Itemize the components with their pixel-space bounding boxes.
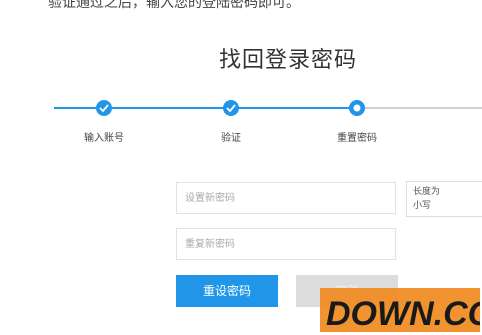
step-2-check-icon — [223, 100, 239, 116]
password-hint-tooltip: 长度为 小写 — [406, 181, 482, 217]
down-cc-watermark-logo: DOWN.CC — [320, 288, 480, 332]
watermark-text: DOWN.CC — [326, 295, 480, 332]
step-3-current-icon — [349, 100, 365, 116]
new-password-input[interactable] — [176, 182, 396, 214]
page: 验证通过之后，输入您的登陆密码即可。 找回登录密码 输入账号 验证 重置密码 长… — [0, 0, 482, 335]
page-title: 找回登录密码 — [218, 48, 357, 73]
step-label-account: 输入账号 — [84, 133, 124, 144]
hint-line-1: 长度为 — [413, 187, 441, 197]
reset-password-button[interactable]: 重设密码 — [176, 275, 278, 307]
intro-text: 验证通过之后，输入您的登陆密码即可。 — [48, 0, 300, 11]
step-label-verify: 验证 — [221, 133, 241, 144]
hint-line-2: 小写 — [413, 201, 432, 211]
step-label-reset: 重置密码 — [337, 133, 377, 144]
confirm-password-input[interactable] — [176, 228, 396, 260]
step-progress: 输入账号 验证 重置密码 — [0, 96, 482, 156]
step-1-check-icon — [96, 100, 112, 116]
step-progress-graphic — [54, 100, 482, 116]
